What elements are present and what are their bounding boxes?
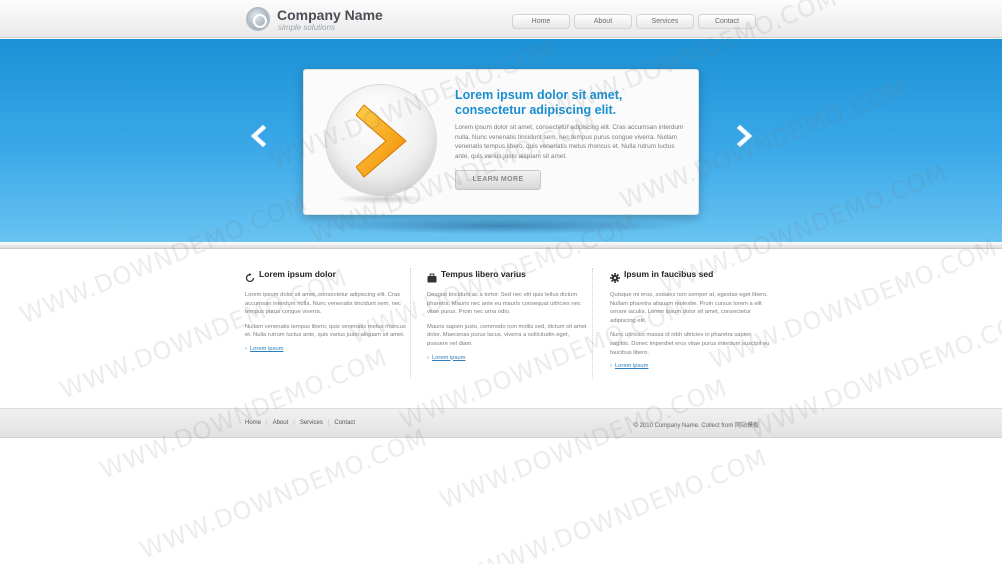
feature-column-2: Tempus libero varius Deugiat tincidunt a… xyxy=(427,268,589,361)
feature-column-3: Ipsum in faucibus sed Quisque mi eros, s… xyxy=(610,268,772,369)
chevron-right-icon: › xyxy=(427,354,429,361)
orb-shadow xyxy=(334,194,430,204)
watermark: WWW.DOWNDEMO.COM xyxy=(435,373,732,515)
learn-more-button[interactable]: LEARN MORE xyxy=(455,170,541,190)
footer-link-services[interactable]: Services xyxy=(300,420,323,426)
slide-card: Lorem ipsum dolor sit amet, consectetur … xyxy=(303,69,699,215)
feature-column-1: Lorem ipsum dolor Lorem ipsum dolor sit … xyxy=(245,268,407,352)
footer-link-about[interactable]: About xyxy=(273,420,289,426)
column-link[interactable]: › Lorem ipsum xyxy=(610,363,772,369)
column-title: Ipsum in faucibus sed xyxy=(624,269,714,279)
column-link-label: Lorem ipsum xyxy=(249,345,284,352)
column-link-label: Lorem ipsum xyxy=(614,363,649,370)
column-paragraph: Nullam venenatis tempus libero, quis ven… xyxy=(245,323,406,339)
nav-contact[interactable]: Contact xyxy=(698,14,756,29)
column-paragraph: Nunc ultricies massa id nibh ultricies i… xyxy=(610,332,770,356)
column-link[interactable]: › Lorem ipsum xyxy=(245,346,407,352)
watermark: WWW.DOWNDEMO.COM xyxy=(475,443,772,564)
footer: Home | About | Services | Contact © 2010 Compa… xyxy=(0,408,1002,438)
nav-services[interactable]: Services xyxy=(636,14,694,29)
footer-separator: | xyxy=(266,420,268,426)
column-paragraph: Mauris sapien justo, commodo non mollis … xyxy=(427,323,587,347)
column-paragraph: Quisque mi eros, sodales non semper at, … xyxy=(610,292,768,324)
chevron-right-icon: › xyxy=(610,363,612,370)
slide-title: Lorem ipsum dolor sit amet, consectetur … xyxy=(455,88,623,117)
column-paragraph: Lorem ipsum dolor sit amet, consectetur … xyxy=(245,292,401,316)
column-divider xyxy=(410,268,411,378)
briefcase-icon xyxy=(427,270,437,283)
footer-separator: | xyxy=(293,420,295,426)
copyright: © 2010 Company Name. Collect from 网站模板 xyxy=(633,423,759,429)
footer-separator: | xyxy=(327,420,330,426)
footer-link-contact[interactable]: Contact xyxy=(334,420,355,426)
column-link-label: Lorem ipsum xyxy=(431,354,466,361)
slider-prev-arrow-icon[interactable] xyxy=(246,123,270,149)
column-divider xyxy=(592,268,593,378)
watermark: WWW.DOWNDEMO.COM xyxy=(135,423,432,564)
chevron-right-icon: › xyxy=(245,345,247,352)
refresh-icon xyxy=(245,270,255,283)
nav-home[interactable]: Home xyxy=(512,14,570,29)
column-paragraph: Deugiat tincidunt ac a tortor. Sed nec e… xyxy=(427,292,581,316)
slide-shadow xyxy=(310,218,690,234)
play-orb-icon xyxy=(325,84,437,196)
footer-link-home[interactable]: Home xyxy=(245,420,261,426)
slider-next-arrow-icon[interactable] xyxy=(733,123,757,149)
header: Company Name simple solutions Home About… xyxy=(0,0,1002,38)
column-link[interactable]: › Lorem ipsum xyxy=(427,355,589,361)
logo-icon xyxy=(246,7,270,31)
logo-name: Company Name xyxy=(277,7,383,23)
logo[interactable]: Company Name simple solutions xyxy=(246,6,386,34)
gear-icon xyxy=(610,270,620,283)
hero-divider xyxy=(0,242,1002,249)
footer-nav: Home | About | Services | Contact xyxy=(245,420,355,426)
logo-tagline: simple solutions xyxy=(278,23,335,32)
slide-text: Lorem ipsum dolor sit amet, consectetur … xyxy=(455,124,684,160)
column-title: Tempus libero varius xyxy=(441,269,526,279)
nav-about[interactable]: About xyxy=(574,14,632,29)
column-title: Lorem ipsum dolor xyxy=(259,269,336,279)
